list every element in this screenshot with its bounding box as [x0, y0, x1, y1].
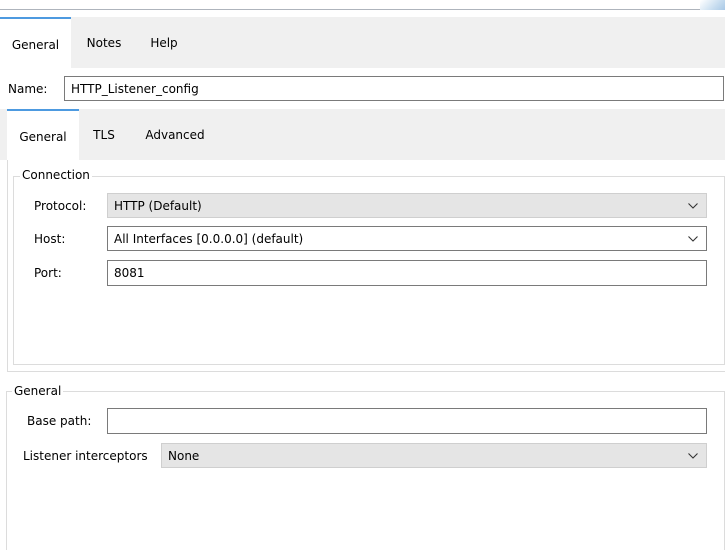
listener-interceptors-value: None [168, 448, 200, 463]
listener-interceptors-select[interactable]: None [161, 443, 707, 468]
protocol-select[interactable]: HTTP (Default) [107, 193, 707, 218]
tab-inner-general-label: General [19, 129, 67, 144]
tab-advanced[interactable]: Advanced [132, 109, 218, 160]
host-select-value: All Interfaces [0.0.0.0] (default) [114, 231, 304, 246]
tab-inner-general[interactable]: General [7, 109, 79, 162]
tab-help[interactable]: Help [140, 17, 188, 68]
protocol-label: Protocol: [34, 199, 87, 213]
name-label: Name: [8, 82, 48, 96]
window-top-border [0, 0, 711, 10]
host-select[interactable]: All Interfaces [0.0.0.0] (default) [107, 226, 707, 251]
tab-advanced-label: Advanced [145, 127, 205, 142]
chevron-down-icon [686, 199, 700, 213]
name-input[interactable] [64, 76, 724, 101]
protocol-select-value: HTTP (Default) [114, 198, 202, 213]
tab-general[interactable]: General [0, 17, 71, 70]
connection-group-title: Connection [20, 168, 92, 182]
top-tab-strip: General Notes Help [0, 17, 725, 70]
port-input[interactable] [107, 260, 707, 286]
inner-tab-strip: General TLS Advanced [0, 109, 725, 162]
base-path-label: Base path: [27, 414, 92, 428]
chevron-down-icon [686, 449, 700, 463]
window-corner-accent [700, 0, 725, 10]
base-path-input[interactable] [107, 408, 707, 434]
chevron-down-icon [686, 232, 700, 246]
tab-notes-label: Notes [86, 35, 122, 50]
tab-notes[interactable]: Notes [78, 17, 130, 68]
port-label: Port: [34, 266, 62, 280]
listener-interceptors-label: Listener interceptors [23, 449, 148, 463]
tab-help-label: Help [150, 35, 178, 50]
tab-general-label: General [11, 37, 60, 52]
general-group-title: General [12, 384, 64, 398]
tab-tls-label: TLS [93, 127, 115, 142]
tab-tls[interactable]: TLS [84, 109, 124, 160]
host-label: Host: [34, 232, 66, 246]
